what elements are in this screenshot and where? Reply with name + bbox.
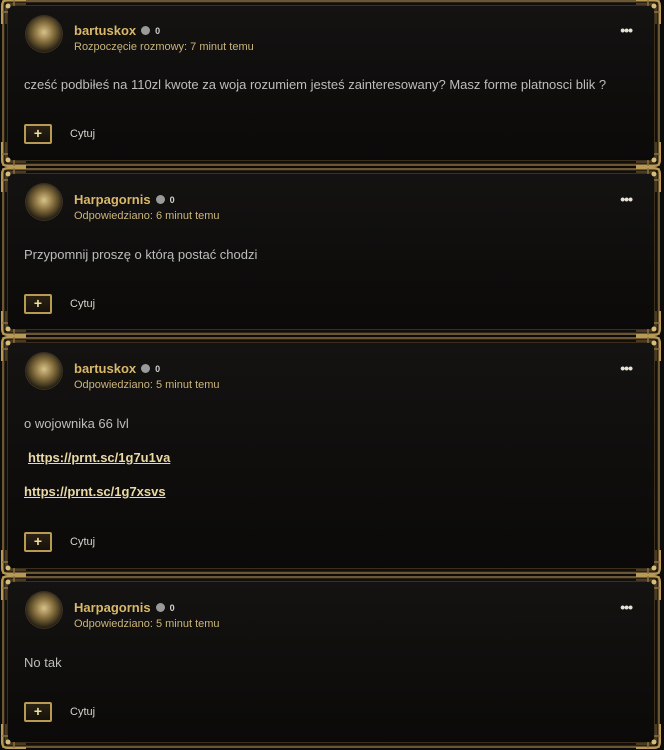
frame-corner-icon xyxy=(0,335,28,363)
post-2: Harpagornis 0 Odpowiedziano: 6 minut tem… xyxy=(2,168,660,335)
post-3: bartuskox 0 Odpowiedziano: 5 minut temu … xyxy=(2,337,660,574)
more-options-icon[interactable]: ••• xyxy=(620,191,633,207)
post-content: No tak xyxy=(24,655,638,670)
avatar[interactable] xyxy=(26,353,62,389)
post-meta: Odpowiedziano: 5 minut temu xyxy=(74,379,220,391)
frame-corner-icon xyxy=(634,166,662,194)
author-name[interactable]: bartuskox xyxy=(74,23,136,38)
quote-plus-icon[interactable]: + xyxy=(24,532,52,552)
frame-corner-icon xyxy=(634,722,662,750)
offline-dot-icon xyxy=(155,195,165,204)
post-text: cześć podbiłeś na 110zl kwote za woja ro… xyxy=(24,77,607,92)
offline-dot-icon xyxy=(155,603,165,612)
frame-corner-icon xyxy=(634,574,662,602)
quote-button-label[interactable]: Cytuj xyxy=(70,536,95,548)
author-name[interactable]: Harpagornis xyxy=(74,192,151,207)
more-options-icon[interactable]: ••• xyxy=(620,22,633,38)
avatar[interactable] xyxy=(26,16,62,52)
frame-corner-icon xyxy=(634,0,662,26)
frame-corner-icon xyxy=(0,0,28,26)
post-meta: Odpowiedziano: 5 minut temu xyxy=(74,618,220,630)
frame-corner-icon xyxy=(634,548,662,576)
post-meta: Rozpoczęcie rozmowy: 7 minut temu xyxy=(74,41,254,53)
author-name[interactable]: bartuskox xyxy=(74,361,136,376)
quote-plus-icon[interactable]: + xyxy=(24,124,52,144)
reputation-count: 0 xyxy=(155,25,161,36)
post-content: Przypomnij proszę o którą postać chodzi xyxy=(24,247,638,262)
more-options-icon[interactable]: ••• xyxy=(620,599,633,615)
post-4: Harpagornis 0 Odpowiedziano: 5 minut tem… xyxy=(2,576,660,748)
frame-corner-icon xyxy=(0,574,28,602)
reputation-count: 0 xyxy=(169,194,175,205)
frame-corner-icon xyxy=(634,140,662,168)
post-content: cześć podbiłeś na 110zl kwote za woja ro… xyxy=(24,77,638,92)
offline-dot-icon xyxy=(141,26,151,35)
post-meta: Odpowiedziano: 6 minut temu xyxy=(74,210,220,222)
screenshot-link-2[interactable]: https://prnt.sc/1g7xsvs xyxy=(24,484,166,499)
reputation-count: 0 xyxy=(155,363,161,374)
quote-plus-icon[interactable]: + xyxy=(24,702,52,722)
frame-corner-icon xyxy=(0,166,28,194)
avatar[interactable] xyxy=(26,184,62,220)
post-1: bartuskox 0 Rozpoczęcie rozmowy: 7 minut… xyxy=(2,0,660,166)
post-content: o wojownika 66 lvl https://prnt.sc/1g7u1… xyxy=(24,416,638,499)
post-text: o wojownika 66 lvl xyxy=(24,416,129,431)
post-text: No tak xyxy=(24,655,62,670)
offline-dot-icon xyxy=(141,364,151,373)
author-name[interactable]: Harpagornis xyxy=(74,600,151,615)
post-text: Przypomnij proszę o którą postać chodzi xyxy=(24,247,258,262)
quote-plus-icon[interactable]: + xyxy=(24,294,52,314)
quote-button-label[interactable]: Cytuj xyxy=(70,298,95,310)
avatar[interactable] xyxy=(26,592,62,628)
frame-corner-icon xyxy=(634,335,662,363)
quote-button-label[interactable]: Cytuj xyxy=(70,706,95,718)
more-options-icon[interactable]: ••• xyxy=(620,360,633,376)
screenshot-link-1[interactable]: https://prnt.sc/1g7u1va xyxy=(28,450,170,465)
frame-corner-icon xyxy=(0,548,28,576)
frame-corner-icon xyxy=(0,140,28,168)
quote-button-label[interactable]: Cytuj xyxy=(70,128,95,140)
frame-corner-icon xyxy=(0,722,28,750)
reputation-count: 0 xyxy=(169,602,175,613)
frame-corner-icon xyxy=(634,309,662,337)
